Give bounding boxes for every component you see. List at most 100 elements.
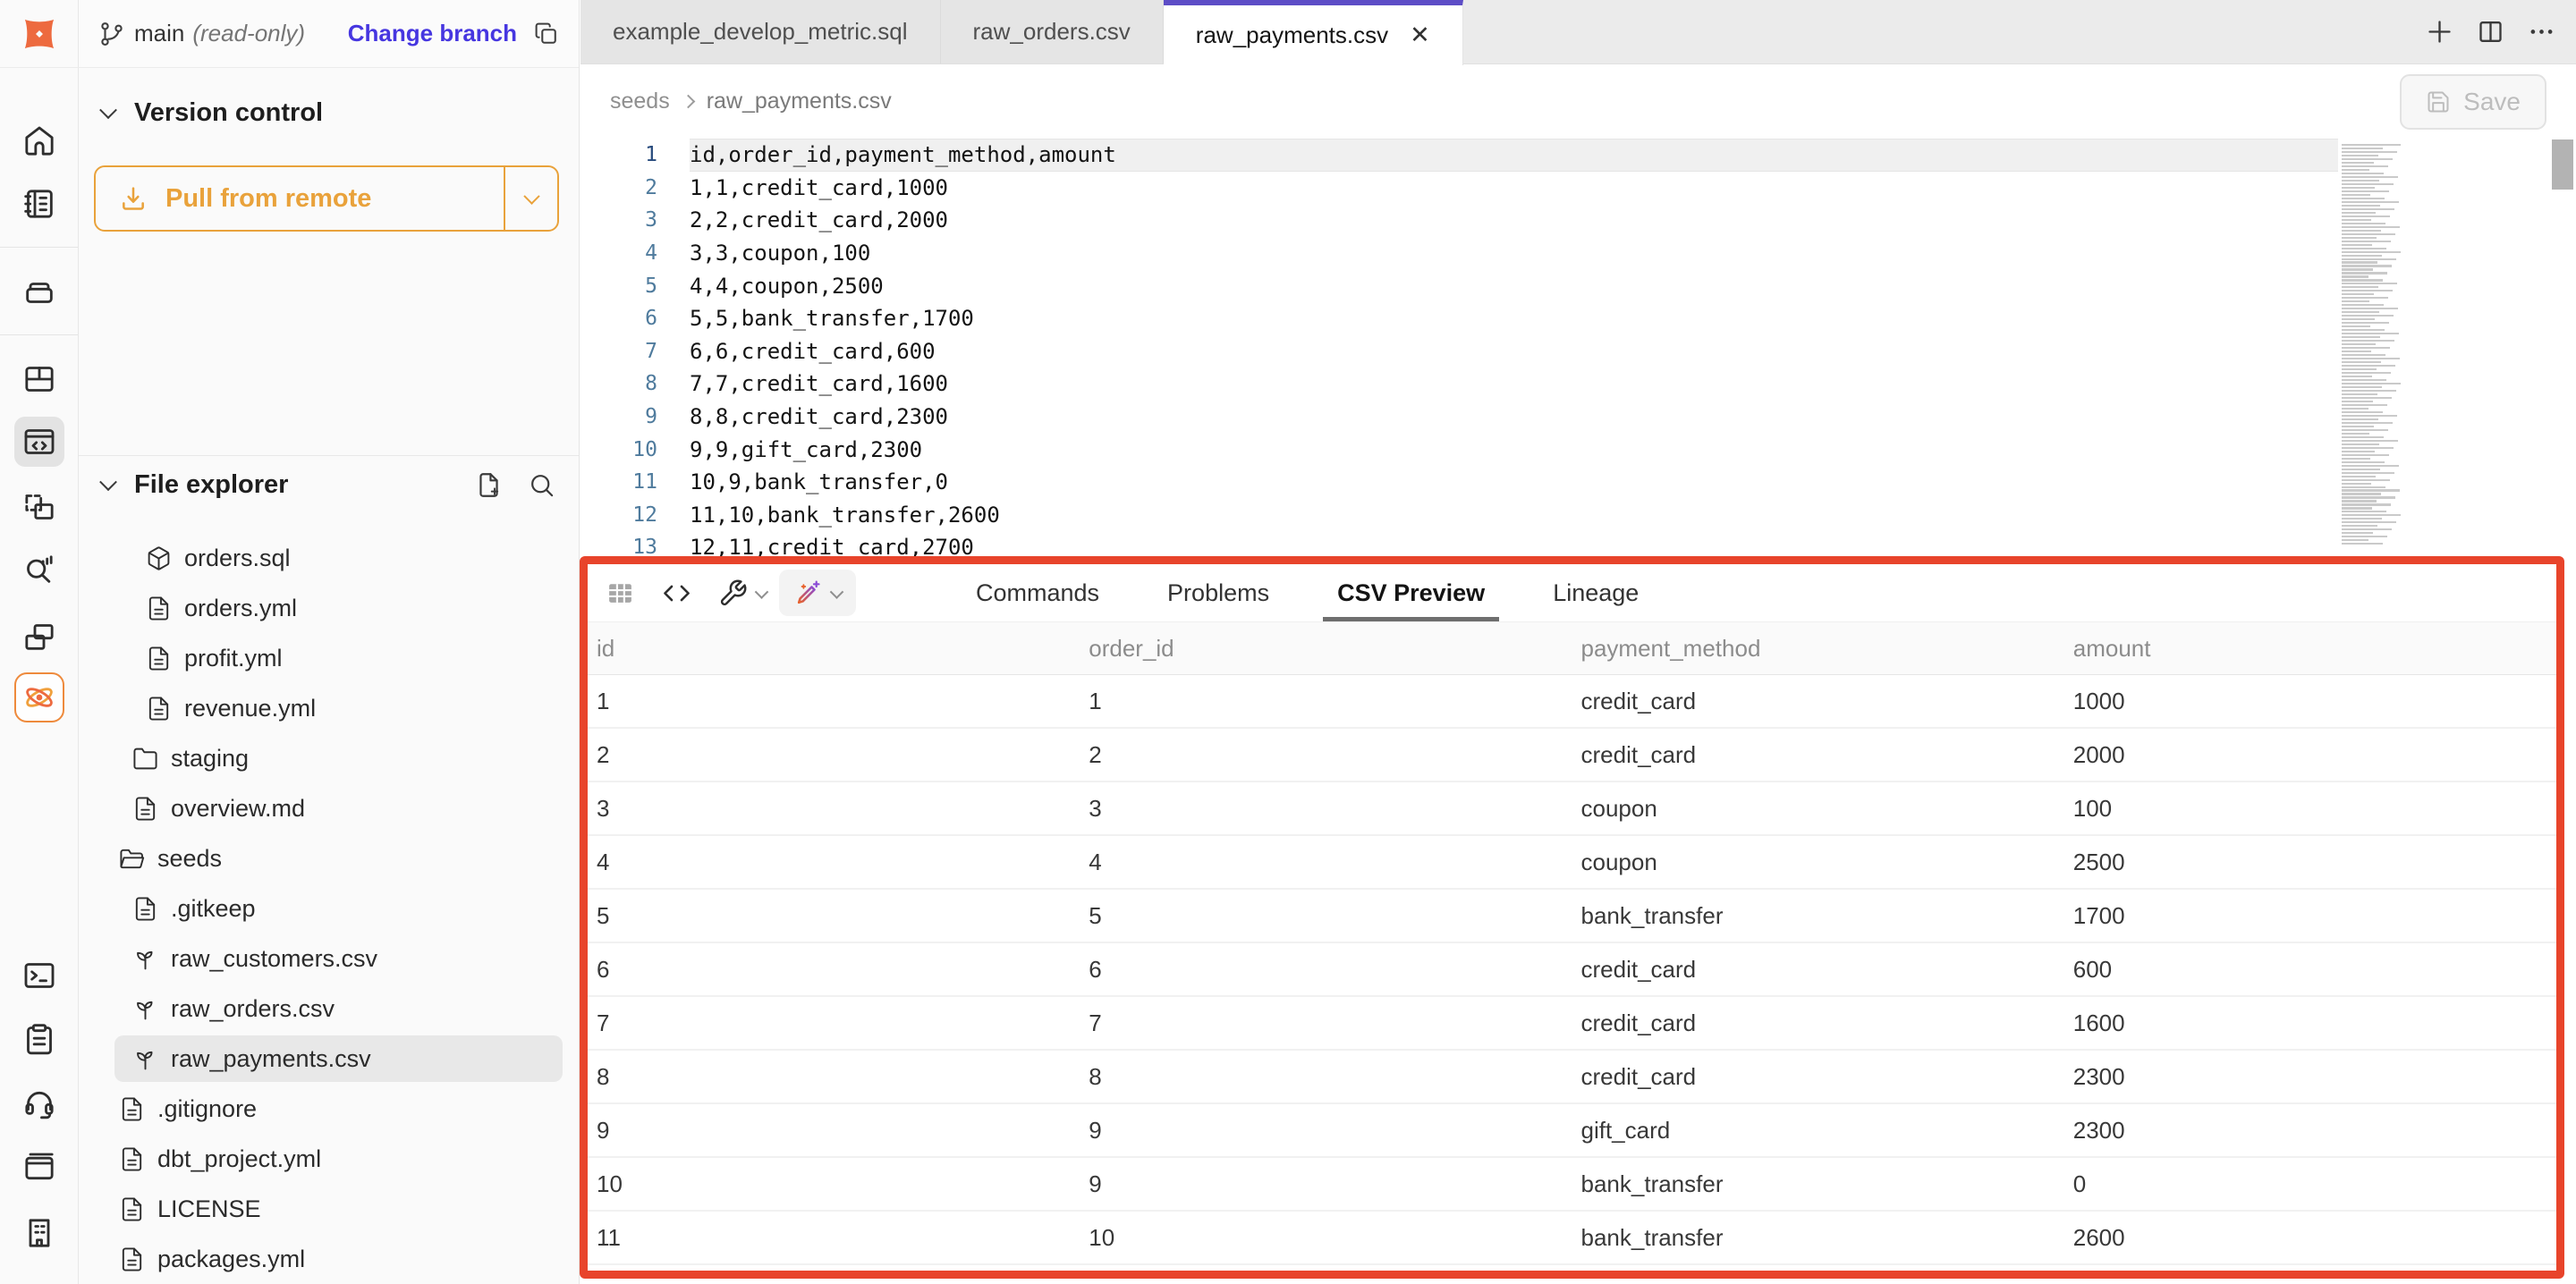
rail-headset-icon[interactable] — [14, 1078, 64, 1128]
table-view-icon[interactable] — [606, 579, 635, 608]
minimap-line — [2342, 212, 2376, 214]
file-row-overview-md[interactable]: overview.md — [79, 783, 579, 833]
file-icon — [119, 1246, 145, 1272]
editor-tab[interactable]: raw_payments.csv✕ — [1164, 0, 1463, 65]
new-tab-icon[interactable] — [2425, 17, 2454, 46]
file-row--gitignore[interactable]: .gitignore — [79, 1084, 579, 1134]
chevron-down-icon — [99, 101, 117, 119]
save-button[interactable]: Save — [2400, 74, 2546, 130]
minimap-line — [2342, 340, 2394, 342]
table-row: 77credit_card1600 — [588, 997, 2556, 1051]
file-row-packages-yml[interactable]: packages.yml — [79, 1234, 579, 1284]
table-cell: 7 — [588, 1009, 1080, 1037]
minimap-line — [2342, 354, 2385, 356]
rail-audit-icon[interactable] — [14, 545, 64, 595]
minimap-line — [2342, 440, 2398, 442]
dbt-logo-icon[interactable] — [0, 0, 79, 68]
new-file-icon[interactable] — [475, 471, 503, 499]
split-editor-icon[interactable] — [2476, 17, 2505, 46]
file-row-profit-yml[interactable]: profit.yml — [79, 633, 579, 683]
editor-tab-bar: example_develop_metric.sqlraw_orders.csv… — [580, 0, 2576, 64]
panel-tab-csv-preview[interactable]: CSV Preview — [1303, 564, 1519, 621]
more-options-icon[interactable] — [2527, 17, 2556, 46]
wrench-icon — [718, 579, 748, 608]
file-row-raw-payments-csv[interactable]: raw_payments.csv — [79, 1034, 579, 1084]
rail-browser-icon[interactable] — [14, 1143, 64, 1193]
folder-icon — [132, 746, 158, 772]
file-row-license[interactable]: LICENSE — [79, 1184, 579, 1234]
close-tab-icon[interactable]: ✕ — [1410, 23, 1430, 47]
table-cell: 9 — [1080, 1117, 1572, 1145]
table-cell: 1700 — [2064, 902, 2556, 930]
rail-terminal-icon[interactable] — [14, 950, 64, 1001]
minimap-line — [2342, 219, 2371, 221]
pull-options-caret[interactable] — [504, 167, 557, 230]
file-row-seeds[interactable]: seeds — [79, 833, 579, 883]
file-row-dbt-project-yml[interactable]: dbt_project.yml — [79, 1134, 579, 1184]
build-tools-dropdown[interactable] — [718, 579, 767, 608]
table-cell: 0 — [2064, 1170, 2556, 1198]
rail-inbox-icon[interactable] — [14, 266, 64, 316]
minimap-line — [2342, 279, 2383, 281]
minimap-line — [2342, 162, 2374, 164]
breadcrumb-file: raw_payments.csv — [707, 89, 892, 114]
code-editor[interactable]: 1id,order_id,payment_method,amount21,1,c… — [580, 139, 2576, 565]
minimap-line — [2342, 376, 2372, 377]
branch-bar: main (read-only) Change branch — [79, 0, 579, 68]
file-row--gitkeep[interactable]: .gitkeep — [79, 883, 579, 933]
table-row: 66credit_card600 — [588, 943, 2556, 997]
file-row-revenue-yml[interactable]: revenue.yml — [79, 683, 579, 733]
code-line: 76,6,credit_card,600 — [580, 335, 2576, 368]
code-view-icon[interactable] — [662, 579, 691, 608]
editor-scrollbar-thumb[interactable] — [2552, 139, 2573, 190]
rail-clipboard-icon[interactable] — [14, 1014, 64, 1064]
pull-from-remote-button[interactable]: Pull from remote — [94, 165, 559, 232]
rail-divider — [0, 334, 78, 335]
copilot-wand-dropdown[interactable] — [779, 570, 856, 616]
change-branch-link[interactable]: Change branch — [348, 20, 517, 47]
editor-tab[interactable]: raw_orders.csv — [941, 0, 1164, 63]
minimap-line — [2342, 528, 2392, 530]
panel-tab-lineage[interactable]: Lineage — [1519, 564, 1673, 621]
minimap-line — [2342, 329, 2385, 331]
file-explorer-header[interactable]: File explorer — [79, 456, 579, 513]
editor-tab[interactable]: example_develop_metric.sql — [580, 0, 941, 63]
file-row-orders-yml[interactable]: orders.yml — [79, 583, 579, 633]
file-row-raw-customers-csv[interactable]: raw_customers.csv — [79, 933, 579, 984]
rail-code-editor-icon[interactable] — [14, 417, 64, 467]
copy-icon[interactable] — [533, 21, 559, 46]
minimap-line — [2342, 436, 2384, 438]
rail-notebook-icon[interactable] — [14, 179, 64, 229]
rail-layout-icon[interactable] — [14, 354, 64, 404]
table-cell: 10 — [1080, 1224, 1572, 1252]
panel-tab-commands[interactable]: Commands — [942, 564, 1133, 621]
file-icon — [146, 596, 172, 621]
rail-home-icon[interactable] — [14, 116, 64, 166]
minimap-line — [2342, 304, 2384, 306]
minimap-line — [2342, 155, 2378, 156]
rail-frame-icon[interactable] — [14, 482, 64, 532]
rail-org-icon[interactable] — [14, 1208, 64, 1258]
file-row-raw-orders-csv[interactable]: raw_orders.csv — [79, 984, 579, 1034]
chevron-down-icon — [99, 473, 117, 491]
minimap-line — [2342, 201, 2399, 203]
minimap-line — [2342, 539, 2368, 541]
line-number: 1 — [580, 139, 657, 172]
version-control-header[interactable]: Version control — [79, 68, 579, 157]
minimap-line — [2342, 365, 2395, 367]
minimap-line — [2342, 422, 2393, 424]
rail-windows-icon[interactable] — [14, 612, 64, 662]
panel-tab-problems[interactable]: Problems — [1133, 564, 1303, 621]
search-icon[interactable] — [528, 471, 555, 499]
minimap[interactable] — [2342, 144, 2408, 546]
minimap-line — [2342, 169, 2369, 171]
file-row-staging[interactable]: staging — [79, 733, 579, 783]
file-row-orders-sql[interactable]: orders.sql — [79, 533, 579, 583]
minimap-line — [2342, 390, 2396, 392]
line-number: 2 — [580, 172, 657, 205]
file-name: raw_orders.csv — [171, 995, 335, 1023]
table-cell: credit_card — [1572, 1063, 2064, 1091]
minimap-line — [2342, 532, 2373, 534]
rail-copilot-icon[interactable] — [14, 672, 64, 722]
minimap-line — [2342, 476, 2376, 477]
